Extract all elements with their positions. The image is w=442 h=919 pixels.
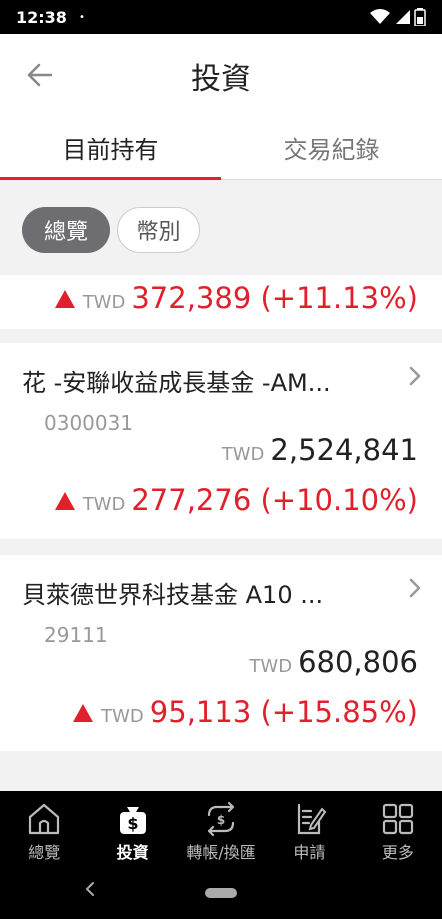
filter-row: 總覽 幣別 bbox=[0, 181, 442, 275]
profit-loss-line: TWD 372,389 (+11.13%) bbox=[54, 281, 418, 315]
holding-card[interactable]: 花 -安聯收益成長基金 -AM... 0300031 TWD 2,524,841… bbox=[0, 343, 442, 539]
currency-label: TWD bbox=[101, 706, 144, 727]
battery-icon bbox=[414, 8, 426, 26]
system-back-icon[interactable] bbox=[84, 880, 96, 898]
up-triangle-icon bbox=[54, 492, 75, 510]
nav-label: 轉帳/換匯 bbox=[186, 843, 256, 862]
nav-item-overview[interactable]: 總覽 bbox=[0, 791, 88, 866]
currency-label: TWD bbox=[82, 494, 126, 515]
up-triangle-icon bbox=[73, 704, 94, 722]
signal-icon bbox=[396, 10, 410, 24]
home-icon bbox=[29, 803, 60, 835]
profit-loss-line: TWD 277,276 (+10.10%) bbox=[54, 483, 418, 517]
currency-label: TWD bbox=[221, 444, 265, 465]
holding-card[interactable]: 貝萊德世界科技基金 A10 ... 29111 TWD 680,806 TWD … bbox=[0, 555, 442, 751]
chevron-right-icon bbox=[409, 578, 421, 598]
tab-current-holdings[interactable]: 目前持有 bbox=[0, 116, 221, 180]
market-value-line: TWD 2,524,841 bbox=[222, 433, 418, 467]
apply-icon bbox=[298, 803, 327, 835]
holdings-list: TWD 372,389 (+11.13%) 花 -安聯收益成長基金 -AM...… bbox=[0, 275, 442, 791]
nav-item-transfer[interactable]: $ 轉帳/換匯 bbox=[177, 791, 265, 866]
fund-name: 花 -安聯收益成長基金 -AM... bbox=[22, 369, 331, 397]
transfer-icon: $ bbox=[207, 801, 235, 837]
svg-text:$: $ bbox=[127, 814, 138, 833]
system-home-pill[interactable] bbox=[205, 888, 237, 898]
nav-item-investment[interactable]: $ 投資 bbox=[88, 791, 176, 866]
grid-icon bbox=[382, 803, 413, 835]
nav-item-apply[interactable]: 申請 bbox=[265, 791, 353, 866]
nav-item-more[interactable]: 更多 bbox=[354, 791, 442, 866]
market-value-line: TWD 680,806 bbox=[249, 645, 418, 679]
nav-label: 更多 bbox=[381, 843, 414, 862]
tab-transaction-history[interactable]: 交易紀錄 bbox=[221, 116, 442, 179]
profit-loss-line: TWD 95,113 (+15.85%) bbox=[73, 695, 418, 729]
svg-text:$: $ bbox=[217, 813, 225, 827]
market-value: 2,524,841 bbox=[270, 433, 418, 467]
nav-label: 投資 bbox=[116, 843, 149, 862]
profit-loss-value: 372,389 (+11.13%) bbox=[131, 281, 418, 315]
app-header: 投資 bbox=[0, 34, 442, 116]
status-bar: 12:38 • bbox=[0, 0, 442, 34]
tab-bar: 目前持有 交易紀錄 bbox=[0, 116, 442, 180]
nav-label: 申請 bbox=[293, 843, 326, 862]
currency-label: TWD bbox=[249, 656, 293, 677]
status-time: 12:38 bbox=[16, 7, 67, 27]
fund-code: 0300031 bbox=[44, 411, 134, 435]
holding-card-partial[interactable]: TWD 372,389 (+11.13%) bbox=[0, 275, 442, 329]
fund-code: 29111 bbox=[44, 623, 108, 647]
currency-label: TWD bbox=[82, 292, 126, 313]
filter-chip-overview[interactable]: 總覽 bbox=[22, 207, 110, 253]
up-triangle-icon bbox=[54, 290, 75, 308]
profit-loss-value: 277,276 (+10.10%) bbox=[131, 483, 418, 517]
bottom-nav: 總覽 $ 投資 $ 轉帳/換匯 申請 更多 bbox=[0, 791, 442, 866]
status-icons bbox=[370, 8, 426, 26]
system-nav-bar bbox=[0, 866, 442, 919]
page-title: 投資 bbox=[191, 62, 251, 97]
profit-loss-value: 95,113 (+15.85%) bbox=[149, 695, 418, 729]
nav-label: 總覽 bbox=[28, 843, 61, 862]
money-bag-icon: $ bbox=[119, 807, 146, 834]
status-notification-dot: • bbox=[78, 11, 85, 23]
filter-chip-currency[interactable]: 幣別 bbox=[117, 207, 200, 253]
fund-name: 貝萊德世界科技基金 A10 ... bbox=[22, 581, 324, 609]
chevron-right-icon bbox=[409, 366, 421, 386]
market-value: 680,806 bbox=[298, 645, 418, 679]
wifi-icon bbox=[370, 9, 390, 24]
